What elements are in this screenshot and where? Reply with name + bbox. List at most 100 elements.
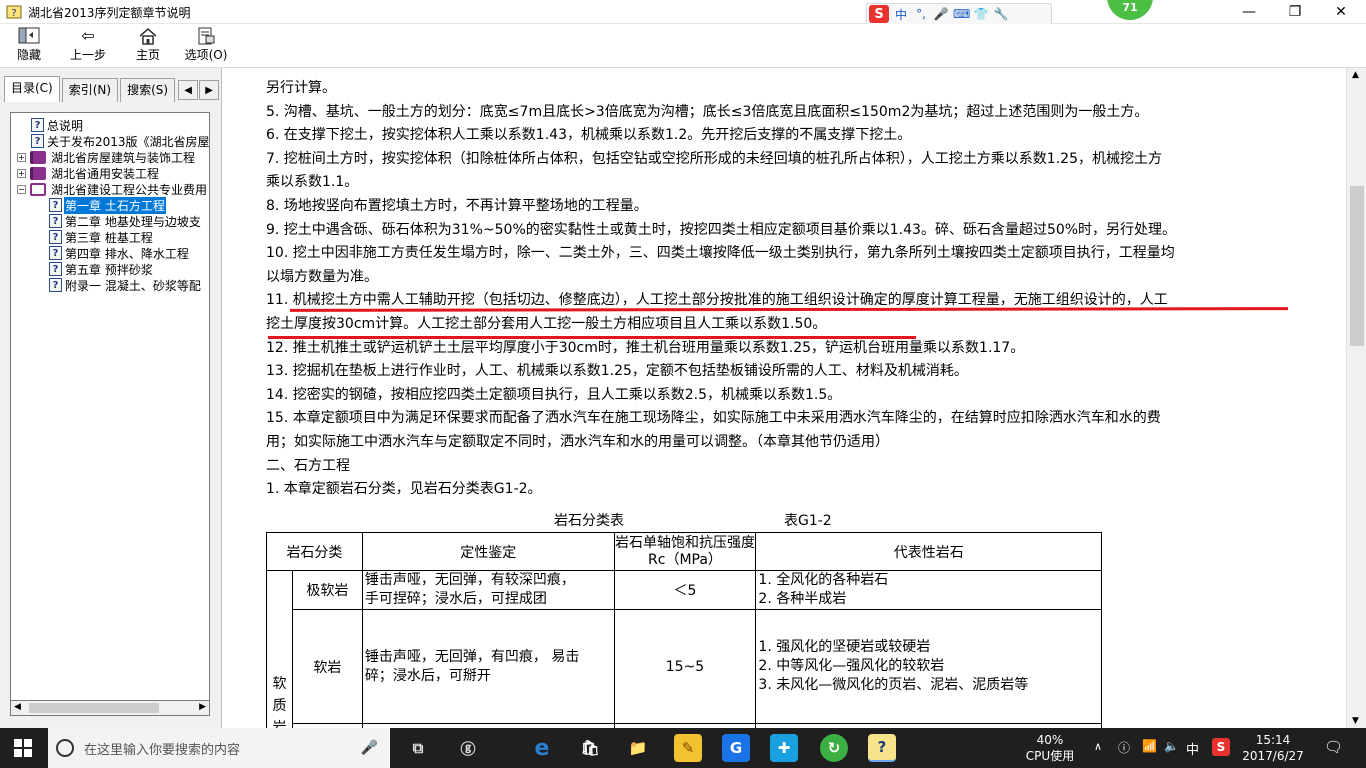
tree-item-label: 第四章 排水、降水工程 — [65, 246, 189, 261]
tree-item[interactable]: ? 第四章 排水、降水工程 — [49, 245, 190, 261]
tree-item[interactable]: + 湖北省通用安装工程 — [17, 165, 160, 181]
ime-indicator[interactable]: 中 — [1186, 739, 1199, 758]
notepad-app-icon[interactable]: ✎ — [674, 734, 702, 762]
hide-button[interactable]: 隐藏 — [8, 26, 50, 66]
content-line: 另行计算。 — [266, 80, 336, 96]
scroll-right-icon[interactable]: ▶ — [199, 702, 206, 712]
ime-skin-icon[interactable]: 👕 — [973, 7, 989, 21]
app-refresh-icon[interactable]: ↻ — [820, 734, 848, 762]
content-line: 7. 挖桩间土方时，按实挖体积（扣除桩体所占体积，包括空钻或空挖所形成的未经回填… — [266, 150, 1162, 167]
help-viewer-taskbar-icon[interactable]: ? — [868, 734, 896, 762]
cpu-usage: 40% CPU使用 — [1020, 732, 1080, 764]
rock-classification-table: 岩石分类 定性鉴定 岩石单轴饱和抗压强度Rc（MPa） 代表性岩石 软质岩 极软… — [266, 532, 1102, 728]
rock-qualitative: 锤击声哑，无回弹，有凹痕， 易击 碎；浸水后，可掰开 — [361, 609, 615, 724]
ime-mic-icon[interactable]: 🎤 — [933, 7, 949, 21]
ime-toolbar[interactable]: S 中 °, 🎤 ⌨ 👕 🔧 — [866, 3, 1052, 25]
taskbar: 在这里输入你要搜索的内容 🎤 ⧉ ⓖ e 🛍 📁 ✎ G ✚ ↻ ? 40% C… — [0, 728, 1366, 768]
floating-badge[interactable]: 71 — [1107, 0, 1153, 20]
content-vertical-scrollbar[interactable]: ▲ ▼ — [1346, 68, 1366, 728]
wifi-icon[interactable]: 📶 — [1142, 739, 1157, 753]
content-line: 5. 沟槽、基坑、一般土方的划分：底宽≤7m且底长>3倍底宽为沟槽；底长≤3倍底… — [266, 103, 1149, 120]
tab-index[interactable]: 索引(N) — [61, 78, 119, 102]
title-bar: ? 湖北省2013序列定额章节说明 S 中 °, 🎤 ⌨ 👕 🔧 71 — ❐ … — [0, 0, 1366, 25]
navigation-pane: 目录(C) 索引(N) 搜索(S) ◀ ▶ ? 总说明? 关于发布2013版《湖北省… — [0, 68, 222, 728]
content-line: 二、石方工程 — [266, 457, 350, 474]
group-label: 软质岩 — [272, 676, 287, 728]
ime-punct-icon[interactable]: °, — [913, 7, 929, 21]
tab-search[interactable]: 搜索(S) — [120, 78, 176, 102]
tree-item[interactable]: ? 第三章 桩基工程 — [49, 229, 154, 245]
help-topic-icon: ? — [49, 198, 62, 212]
tree-item[interactable]: ? 第一章 土石方工程 — [49, 196, 166, 214]
clock[interactable]: 15:14 2017/6/27 — [1238, 732, 1308, 764]
minimize-button[interactable]: — — [1226, 0, 1272, 24]
notification-center-icon[interactable]: 🗨 — [1324, 738, 1343, 756]
options-button[interactable]: 选项(O) — [182, 26, 230, 66]
tree-item-label: 湖北省通用安装工程 — [51, 166, 160, 181]
clock-time: 15:14 — [1255, 733, 1291, 747]
tree-item[interactable]: ? 第二章 地基处理与边坡支 — [49, 213, 202, 229]
content-line: 15. 本章定额项目中为满足环保要求而配备了洒水汽车在施工现场降尘，如实际施工中… — [266, 410, 1161, 427]
table-row: 软质岩 极软岩 锤击声哑，无回弹，有较深凹痕， 手可捏碎；浸水后，可捏成团 ＜5 … — [266, 570, 1102, 728]
scroll-left-icon[interactable]: ◀ — [14, 702, 21, 712]
topic-content: 另行计算。 5. 沟槽、基坑、一般土方的划分：底宽≤7m且底长>3倍底宽为沟槽；底… — [228, 68, 1346, 728]
tab-contents[interactable]: 目录(C) — [4, 76, 60, 102]
file-explorer-icon[interactable]: 📁 — [624, 734, 652, 762]
browser-g-icon[interactable]: G — [722, 734, 750, 762]
content-line: 14. 挖密实的钢碴，按相应挖四类土定额项目执行，且人工乘以系数2.5，机械乘以… — [266, 386, 842, 403]
taskbar-search-box[interactable]: 在这里输入你要搜索的内容 🎤 — [48, 728, 390, 768]
app-plus-icon[interactable]: ✚ — [770, 734, 798, 762]
contents-tree[interactable]: ? 总说明? 关于发布2013版《湖北省房屋 + 湖北省房屋建筑与装饰工程 + 湖北省通用安… — [10, 112, 210, 716]
tab-scroll-left-icon[interactable]: ◀ — [178, 80, 199, 100]
content-scroll-thumb[interactable] — [1350, 186, 1364, 346]
volume-icon[interactable]: 🔈 — [1164, 739, 1179, 753]
tree-item[interactable]: ? 总说明 — [31, 117, 84, 133]
content-line: 13. 挖掘机在垫板上进行作业时，人工、机械乘以系数1.25，定额不包括垫板铺设… — [266, 363, 968, 380]
task-view-icon[interactable]: ⧉ — [404, 734, 432, 762]
tree-item[interactable]: ? 附录一 混凝土、砂浆等配 — [49, 277, 202, 293]
back-button[interactable]: ⇦ 上一步 — [66, 26, 110, 66]
content-line: 1. 本章定额岩石分类，见岩石分类表G1-2。 — [266, 481, 542, 498]
rock-strength: ＜5 — [613, 570, 757, 610]
hide-pane-icon — [18, 27, 40, 44]
home-button[interactable]: 主页 — [130, 26, 166, 66]
store-icon[interactable]: 🛍 — [576, 734, 604, 762]
ime-mode[interactable]: 中 — [893, 6, 909, 23]
help-topic-icon: ? — [49, 278, 62, 292]
tree-item[interactable]: + 湖北省房屋建筑与装饰工程 — [17, 149, 196, 165]
table-id: 表G1-2 — [784, 513, 832, 529]
scroll-down-icon[interactable]: ▼ — [1352, 716, 1359, 726]
tree-item[interactable]: ? 关于发布2013版《湖北省房屋 — [31, 133, 209, 149]
cpu-label: CPU使用 — [1025, 749, 1075, 763]
table-row: 软岩 锤击声哑，无回弹，有凹痕， 易击 碎；浸水后，可掰开 15~5 1. 强风化… — [267, 609, 1102, 724]
tab-scroll-right-icon[interactable]: ▶ — [199, 80, 220, 100]
sogou-logo-icon[interactable]: S — [869, 5, 889, 23]
expand-icon[interactable]: + — [17, 168, 26, 178]
red-underline-annotation — [268, 336, 916, 339]
tree-item[interactable]: − 湖北省建设工程公共专业费用 — [17, 181, 208, 197]
expand-icon[interactable]: + — [17, 152, 26, 162]
maximize-button[interactable]: ❐ — [1272, 0, 1318, 24]
close-button[interactable]: ✕ — [1318, 0, 1364, 24]
table-caption: 岩石分类表 — [554, 513, 624, 529]
ime-keyboard-icon[interactable]: ⌨ — [953, 7, 970, 21]
windows-start-icon[interactable] — [14, 739, 32, 757]
edge-icon[interactable]: e — [528, 734, 556, 762]
content-line: 用；如实际施工中洒水汽车与定额取定不同时，洒水汽车和水的用量可以调整。（本章其他… — [266, 434, 889, 450]
microphone-icon[interactable]: 🎤 — [361, 740, 378, 756]
tree-item-label: 湖北省建设工程公共专业费用 — [51, 182, 208, 197]
collapse-icon[interactable]: − — [17, 184, 26, 194]
tree-horizontal-scrollbar[interactable]: ◀ ▶ — [10, 700, 210, 716]
tray-chevron-up-icon[interactable]: ∧ — [1094, 740, 1102, 753]
tree-item[interactable]: ? 第五章 预拌砂浆 — [49, 261, 154, 277]
app-swirl-icon[interactable]: ⓖ — [454, 734, 482, 762]
tray-app-icon[interactable]: ⓘ — [1118, 739, 1130, 756]
sogou-tray-icon[interactable]: S — [1212, 738, 1230, 756]
open-book-icon — [30, 182, 46, 196]
help-file-icon: ? — [6, 5, 22, 19]
help-topic-icon: ? — [49, 214, 62, 228]
ime-tools-icon[interactable]: 🔧 — [993, 7, 1009, 21]
content-line: 11. 机械挖土方中需人工辅助开挖（包括切边、修整底边），人工挖土部分按批准的施… — [266, 292, 1168, 309]
scroll-up-icon[interactable]: ▲ — [1352, 70, 1359, 80]
tree-hscroll-thumb[interactable] — [29, 703, 159, 713]
